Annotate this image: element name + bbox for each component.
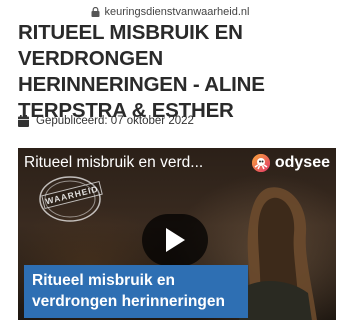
channel-stamp-logo: WAARHEID [34,174,106,224]
url-text: keuringsdienstvanwaarheid.nl [104,6,250,18]
odysee-brand[interactable]: odysee [251,152,330,174]
video-player[interactable]: Ritueel misbruik en verd... odysee WAARH… [18,148,336,320]
odysee-logo-icon [251,153,271,173]
lock-icon [91,7,100,17]
published-date: Gepubliceerd: 07 oktober 2022 [18,113,194,129]
caption-line-2: verdrongen herinneringen [32,293,225,310]
calendar-icon [18,115,29,127]
caption-line-1: Ritueel misbruik en [32,272,175,289]
article-title: RITUEEL MISBRUIK EN VERDRONGEN HERINNERI… [18,21,265,122]
video-title[interactable]: Ritueel misbruik en verd... [24,154,254,172]
odysee-brand-text: odysee [274,154,330,171]
video-caption: Ritueel misbruik en verdrongen herinneri… [24,265,248,318]
play-button[interactable] [142,214,208,266]
play-icon [164,227,186,253]
published-label: Gepubliceerd: 07 oktober 2022 [36,115,194,127]
